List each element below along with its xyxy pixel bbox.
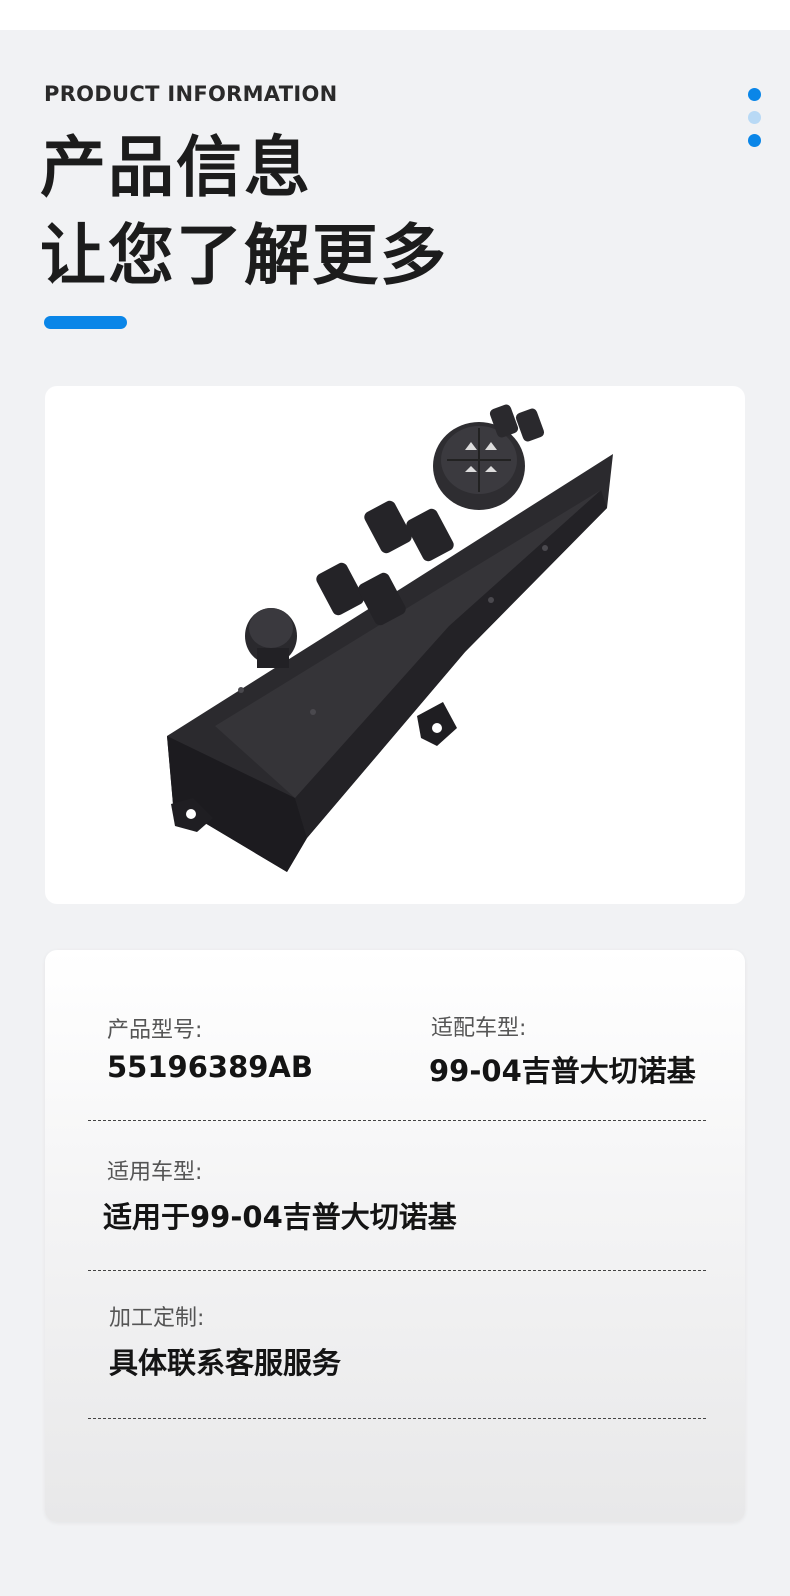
applicable-label: 适用车型: (107, 1160, 203, 1185)
custom-value: 具体联系客服服务 (109, 1346, 342, 1380)
title-accent-bar (44, 316, 127, 329)
model-value: 55196389AB (107, 1050, 313, 1084)
car-seat-power-switch-image (167, 404, 613, 872)
pager-dot-1[interactable] (748, 88, 761, 101)
model-label: 产品型号: (107, 1018, 203, 1043)
applicable-value: 适用于99-04吉普大切诺基 (103, 1200, 457, 1234)
divider (88, 1270, 706, 1271)
custom-label: 加工定制: (109, 1306, 205, 1331)
product-spec-card: 产品型号: 55196389AB 适配车型: 99-04吉普大切诺基 适用车型:… (45, 950, 745, 1522)
top-strip (0, 0, 790, 30)
divider (88, 1120, 706, 1121)
fit-value: 99-04吉普大切诺基 (429, 1054, 696, 1088)
pager-dot-2[interactable] (748, 111, 761, 124)
pager-dots (748, 88, 762, 157)
product-image-card (45, 386, 745, 904)
pager-dot-3[interactable] (748, 134, 761, 147)
page-title-line-2: 让您了解更多 (40, 217, 448, 294)
divider (88, 1418, 706, 1419)
section-eyebrow: PRODUCT INFORMATION (44, 82, 338, 106)
fit-label: 适配车型: (431, 1016, 527, 1041)
page-title-line-1: 产品信息 (40, 129, 312, 206)
